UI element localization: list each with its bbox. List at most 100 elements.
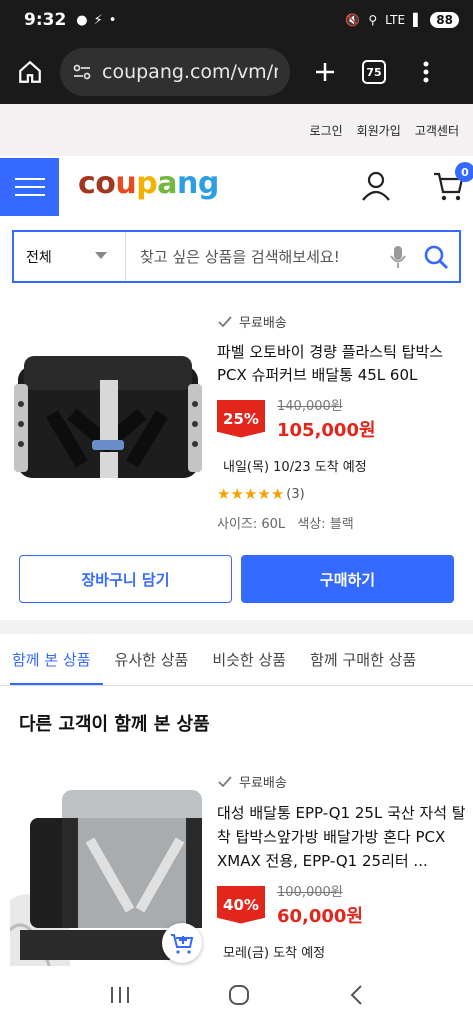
sale-price: 105,000원 xyxy=(277,420,376,441)
discount-badge: 25% xyxy=(217,399,265,438)
price-row: 40% 100,000원 60,000원 xyxy=(217,881,467,928)
tab-bought-together[interactable]: 함께 구매한 상품 xyxy=(298,634,428,685)
search-category-select[interactable]: 전체 xyxy=(14,232,126,281)
section-divider xyxy=(0,620,473,634)
recent-apps-icon[interactable] xyxy=(109,985,131,1005)
original-price: 100,000원 xyxy=(277,885,343,900)
delivery-estimate: 모레(금) 도착 예정 xyxy=(223,946,326,961)
status-notification-icons: ● ⚡ • xyxy=(76,13,116,28)
check-icon xyxy=(218,315,232,327)
mute-icon: 🔇 xyxy=(345,13,361,27)
category-menu-button[interactable] xyxy=(0,158,59,216)
review-count: (3) xyxy=(286,486,305,502)
prices: 100,000원 60,000원 xyxy=(277,881,363,928)
discount-badge: 40% xyxy=(217,885,265,924)
site-settings-icon[interactable] xyxy=(72,62,92,82)
network-label: LTE xyxy=(385,13,406,27)
hamburger-icon-line xyxy=(14,194,45,196)
tab-switcher-button[interactable]: 75 xyxy=(362,60,386,84)
dot-icon: • xyxy=(108,12,117,28)
logo-letter: o xyxy=(95,166,116,201)
star-icon: ★ xyxy=(270,485,285,503)
tab-alike[interactable]: 비슷한 상품 xyxy=(200,634,298,685)
logo-letter: u xyxy=(115,166,137,201)
color-option: 색상: 블랙 xyxy=(297,517,354,532)
free-shipping-tag: 무료배송 xyxy=(217,772,467,791)
buy-now-button[interactable]: 구매하기 xyxy=(241,555,454,603)
signal-icon: ▌ xyxy=(413,13,423,27)
star-icon: ★ xyxy=(243,485,258,503)
tab-viewed-together[interactable]: 함께 본 상품 xyxy=(0,634,103,685)
add-to-cart-fab[interactable] xyxy=(162,923,202,963)
home-button[interactable] xyxy=(10,52,50,92)
logo-letter: n xyxy=(177,166,198,201)
cart-plus-icon xyxy=(171,934,194,954)
hamburger-icon-line xyxy=(14,178,45,180)
size-option: 사이즈: 60L xyxy=(217,517,286,532)
recommended-product-info: 무료배송 대성 배달통 EPP-Q1 25L 국산 자석 탈착 탑박스앞가방 배… xyxy=(217,772,467,961)
url-bar[interactable]: coupang.com/vm/r xyxy=(60,48,290,96)
voice-search-button[interactable] xyxy=(383,245,413,269)
search-category-label: 전체 xyxy=(26,249,52,266)
new-tab-button[interactable] xyxy=(310,52,340,92)
notification-icon: ● xyxy=(76,12,88,28)
top-links: 로그인 회원가입 고객센터 xyxy=(0,104,473,156)
product-options: 사이즈: 60L 색상: 블랙 xyxy=(217,513,467,532)
microphone-icon xyxy=(390,245,406,268)
more-vertical-icon xyxy=(423,61,429,83)
url-text: coupang.com/vm/r xyxy=(102,61,278,83)
sale-price: 60,000원 xyxy=(277,906,364,927)
signup-link[interactable]: 회원가입 xyxy=(357,122,401,139)
original-price: 140,000원 xyxy=(277,399,343,414)
system-navigation-bar xyxy=(0,966,473,1024)
customer-center-link[interactable]: 고객센터 xyxy=(415,122,459,139)
coupang-logo[interactable]: coupang xyxy=(78,166,219,201)
check-icon xyxy=(218,775,232,787)
logo-letter: a xyxy=(157,166,178,201)
my-account-button[interactable] xyxy=(360,170,392,206)
status-bar: 9:32 ● ⚡ • 🔇 ⚲ LTE ▌ 88 xyxy=(0,0,473,40)
star-icon: ★ xyxy=(217,485,231,503)
site-header: coupang xyxy=(0,156,473,218)
price-row: 25% 140,000원 105,000원 xyxy=(217,395,467,442)
star-icon: ★ xyxy=(257,485,271,503)
search-button[interactable] xyxy=(413,244,459,270)
logo-letter: c xyxy=(78,166,96,201)
status-system-icons: 🔇 ⚲ LTE ▌ 88 xyxy=(345,12,459,28)
recommendation-tabs: 함께 본 상품 유사한 상품 비슷한 상품 함께 구매한 상품 xyxy=(0,634,473,686)
back-icon[interactable] xyxy=(348,984,364,1006)
home-nav-icon[interactable] xyxy=(228,984,250,1006)
lightning-icon: ⚡ xyxy=(93,12,103,28)
home-icon xyxy=(19,60,41,83)
product-title[interactable]: 파벨 오토바이 경량 플라스틱 탑박스 PCX 슈퍼커브 배달통 45L 60L xyxy=(217,341,467,387)
free-shipping-label: 무료배송 xyxy=(239,776,287,791)
chevron-down-icon xyxy=(95,252,107,259)
recommended-product-card: 무료배송 대성 배달통 EPP-Q1 25L 국산 자석 탈착 탑박스앞가방 배… xyxy=(0,760,473,970)
search-icon xyxy=(424,245,448,269)
plus-icon xyxy=(316,63,334,81)
section-title: 다른 고객이 함께 본 상품 xyxy=(19,714,210,735)
prices: 140,000원 105,000원 xyxy=(277,395,376,442)
tab-similar[interactable]: 유사한 상품 xyxy=(103,634,201,685)
recommended-product-title[interactable]: 대성 배달통 EPP-Q1 25L 국산 자석 탈착 탑박스앞가방 배달가방 혼… xyxy=(217,801,467,873)
add-to-cart-button[interactable]: 장바구니 담기 xyxy=(19,555,232,603)
browser-menu-button[interactable] xyxy=(418,52,434,92)
delivery-estimate: 내일(목) 10/23 도착 예정 xyxy=(223,460,367,475)
star-rating: ★★★★★ xyxy=(217,485,284,503)
product-info: 무료배송 파벨 오토바이 경량 플라스틱 탑박스 PCX 슈퍼커브 배달통 45… xyxy=(217,312,467,532)
browser-toolbar: coupang.com/vm/r 75 xyxy=(0,40,473,104)
product-image[interactable] xyxy=(12,344,204,484)
search-input[interactable] xyxy=(126,247,383,266)
star-icon: ★ xyxy=(230,485,244,503)
user-icon xyxy=(362,171,390,201)
logo-letter: g xyxy=(197,166,219,201)
free-shipping-tag: 무료배송 xyxy=(217,312,467,331)
free-shipping-label: 무료배송 xyxy=(239,316,287,331)
logo-letter: p xyxy=(136,166,158,201)
login-link[interactable]: 로그인 xyxy=(310,122,343,139)
status-time: 9:32 xyxy=(24,10,67,30)
rating[interactable]: ★★★★★ (3) xyxy=(217,485,467,503)
hamburger-icon-line xyxy=(14,186,45,188)
battery-indicator: 88 xyxy=(430,12,459,28)
location-icon: ⚲ xyxy=(368,13,378,27)
